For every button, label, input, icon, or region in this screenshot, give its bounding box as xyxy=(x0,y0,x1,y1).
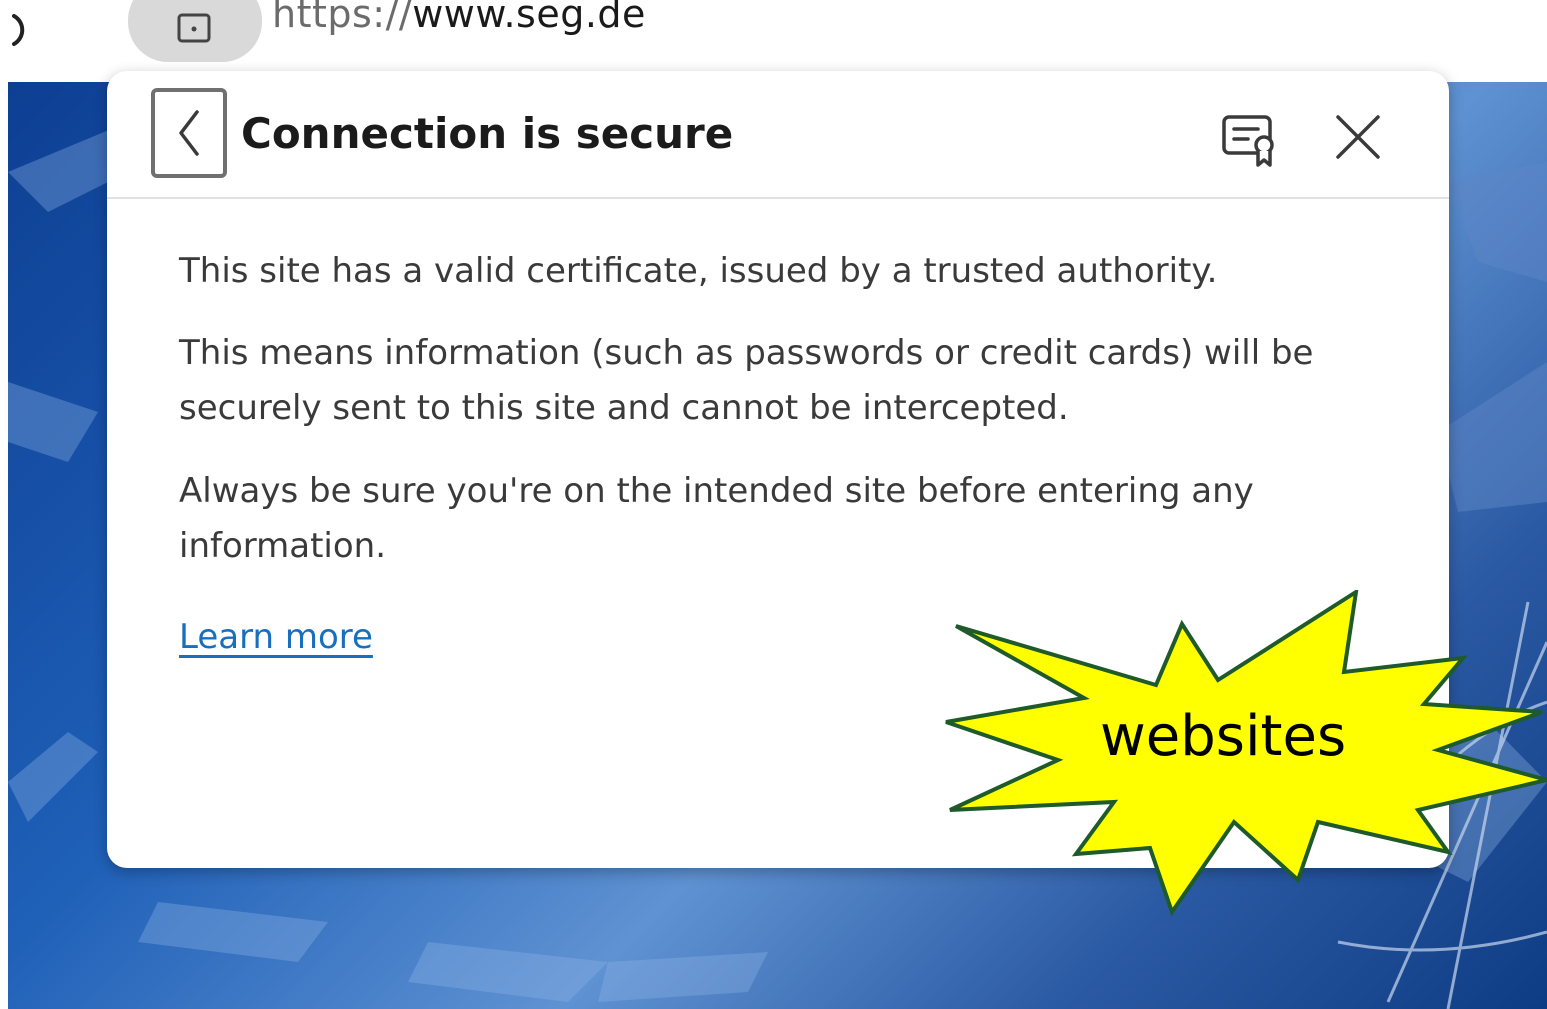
certificate-icon[interactable] xyxy=(1218,107,1282,169)
browser-toolbar: https://www.seg.de xyxy=(0,0,1547,82)
url-scheme: https:// xyxy=(272,0,413,36)
close-icon[interactable] xyxy=(1332,111,1384,163)
url-host: www.seg.de xyxy=(412,0,646,36)
callout-label: websites xyxy=(1100,704,1347,769)
reload-icon[interactable] xyxy=(0,6,40,46)
back-button[interactable] xyxy=(151,88,227,178)
verify-site-text: Always be sure you're on the intended si… xyxy=(179,471,1254,566)
learn-more-link[interactable]: Learn more xyxy=(179,611,373,663)
popup-title: Connection is secure xyxy=(241,109,734,158)
certificate-valid-text: This site has a valid certificate, issue… xyxy=(179,251,1218,291)
address-bar-url[interactable]: https://www.seg.de xyxy=(272,0,646,36)
header-divider xyxy=(107,197,1449,199)
page-info-icon xyxy=(177,13,211,43)
chevron-left-icon xyxy=(179,110,199,156)
secure-transfer-text: This means information (such as password… xyxy=(179,333,1314,428)
